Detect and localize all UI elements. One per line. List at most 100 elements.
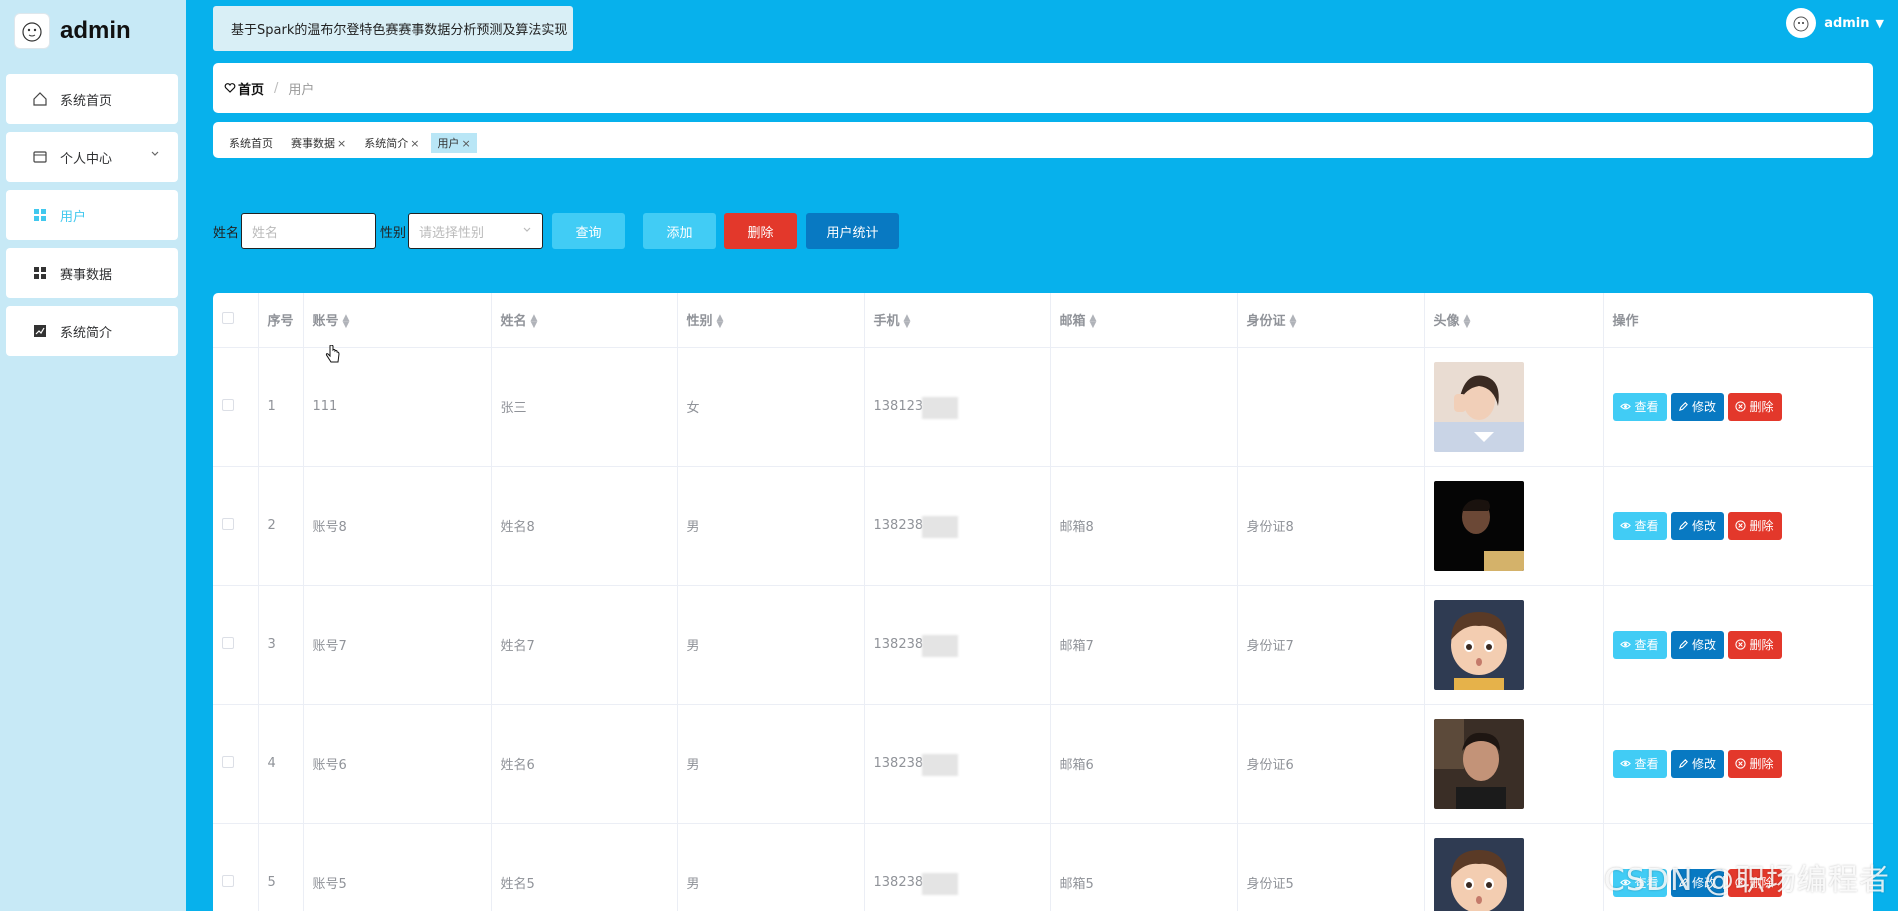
sort-icon[interactable]: ▲ ▼ — [343, 313, 350, 329]
sidebar-item-profile[interactable]: 个人中心 — [6, 132, 178, 182]
tag-intro[interactable]: 系统简介 × — [364, 133, 419, 153]
sidebar-item-home[interactable]: 系统首页 — [6, 74, 178, 124]
row-avatar-cell — [1424, 823, 1604, 911]
view-label: 查看 — [1634, 400, 1659, 414]
row-idcard: 身份证6 — [1237, 704, 1425, 824]
delete-button[interactable]: 删除 — [724, 213, 798, 249]
tag-home[interactable]: 系统首页 — [229, 133, 273, 153]
row-idcard: 身份证7 — [1237, 585, 1425, 705]
row-name: 姓名6 — [491, 704, 678, 824]
row-checkbox[interactable] — [222, 636, 234, 649]
col-avatar[interactable]: 头像 ▲ ▼ — [1424, 293, 1604, 348]
col-account[interactable]: 账号 ▲ ▼ — [303, 293, 492, 348]
row-index: 2 — [258, 466, 304, 586]
row-phone-text: 138238 — [873, 756, 924, 771]
sort-icon[interactable]: ▲ ▼ — [717, 313, 724, 329]
eye-icon — [1620, 403, 1632, 410]
avatar[interactable] — [1433, 361, 1524, 452]
row-name: 姓名5 — [491, 823, 678, 911]
view-button[interactable]: 查看 — [1612, 392, 1667, 421]
main-area: 基于Spark的温布尔登特色赛赛事数据分析预测及算法实现 admin ▼ 首页 … — [186, 0, 1898, 911]
breadcrumb-home[interactable]: 首页 — [224, 79, 264, 98]
tag-label: 赛事数据 — [291, 137, 335, 150]
delete-row-button[interactable]: 删除 — [1727, 749, 1782, 778]
row-phone-text: 138123 — [873, 399, 924, 414]
sort-icon[interactable]: ▲ ▼ — [531, 313, 538, 329]
name-input[interactable]: 姓名 — [241, 213, 377, 249]
col-name[interactable]: 姓名 ▲ ▼ — [491, 293, 678, 348]
row-select-cell[interactable] — [213, 704, 259, 824]
row-checkbox[interactable] — [222, 517, 234, 530]
row-checkbox[interactable] — [222, 874, 234, 887]
avatar[interactable] — [1433, 480, 1524, 571]
edit-label: 修改 — [1691, 638, 1716, 652]
table-row: 2 账号8 姓名8 男 138238 邮箱8 身份证8 查看 修改 删除 — [213, 466, 1873, 586]
row-avatar-cell — [1424, 704, 1604, 824]
close-icon[interactable]: × — [461, 137, 470, 150]
row-phone-text: 138238 — [873, 875, 924, 890]
tag-label: 系统简介 — [364, 137, 409, 150]
row-account: 账号7 — [303, 585, 492, 705]
chevron-down-icon — [522, 224, 532, 239]
sidebar-item-intro[interactable]: 系统简介 — [6, 306, 178, 356]
col-name-label: 姓名 — [500, 314, 527, 330]
select-all-checkbox[interactable] — [222, 311, 234, 324]
edit-button[interactable]: 修改 — [1670, 630, 1724, 659]
row-checkbox[interactable] — [222, 755, 234, 768]
row-email: 邮箱7 — [1050, 585, 1238, 705]
edit-button[interactable]: 修改 — [1670, 511, 1724, 540]
query-button[interactable]: 查询 — [552, 213, 626, 249]
sidebar-item-match-data[interactable]: 赛事数据 — [6, 248, 178, 298]
row-gender: 男 — [677, 704, 865, 824]
view-button[interactable]: 查看 — [1612, 749, 1667, 778]
breadcrumb: 首页 / 用户 — [213, 63, 1873, 113]
sidebar-item-users[interactable]: 用户 — [6, 190, 178, 240]
row-select-cell[interactable] — [213, 585, 259, 705]
row-name: 姓名7 — [491, 585, 678, 705]
row-select-cell[interactable] — [213, 466, 259, 586]
tag-users[interactable]: 用户 × — [431, 133, 477, 153]
gender-select[interactable]: 请选择性别 — [408, 213, 544, 249]
avatar[interactable] — [1433, 837, 1524, 911]
row-email: 邮箱6 — [1050, 704, 1238, 824]
view-button[interactable]: 查看 — [1612, 511, 1667, 540]
sort-icon[interactable]: ▲ ▼ — [1290, 313, 1297, 329]
add-button[interactable]: 添加 — [643, 213, 717, 249]
close-icon[interactable]: × — [337, 137, 346, 150]
avatar[interactable] — [1433, 599, 1524, 690]
avatar[interactable] — [1433, 718, 1524, 809]
hand-cursor-icon — [325, 344, 341, 371]
user-menu[interactable]: admin ▼ — [1786, 8, 1884, 38]
row-index: 4 — [258, 704, 304, 824]
col-email[interactable]: 邮箱 ▲ ▼ — [1050, 293, 1238, 348]
edit-button[interactable]: 修改 — [1670, 392, 1724, 421]
row-checkbox[interactable] — [222, 398, 234, 411]
view-button[interactable]: 查看 — [1612, 630, 1667, 659]
name-label: 姓名 — [213, 225, 240, 241]
delete-row-button[interactable]: 删除 — [1727, 392, 1782, 421]
col-gender[interactable]: 性别 ▲ ▼ — [677, 293, 865, 348]
delete-row-button[interactable]: 删除 — [1727, 630, 1782, 659]
gender-label: 性别 — [380, 225, 407, 241]
col-phone[interactable]: 手机 ▲ ▼ — [864, 293, 1051, 348]
select-all-cell[interactable] — [213, 293, 259, 348]
eye-icon — [1620, 760, 1632, 767]
caret-down-icon: ▼ — [1875, 16, 1884, 30]
delete-row-button[interactable]: 删除 — [1727, 511, 1782, 540]
pencil-icon — [1678, 521, 1688, 531]
sidebar-item-label: 系统首页 — [60, 93, 113, 109]
row-select-cell[interactable] — [213, 823, 259, 911]
sort-icon[interactable]: ▲ ▼ — [1464, 313, 1471, 329]
edit-button[interactable]: 修改 — [1670, 749, 1724, 778]
close-icon[interactable]: × — [410, 137, 419, 150]
user-stats-button[interactable]: 用户统计 — [806, 213, 900, 249]
tag-label: 系统首页 — [229, 137, 273, 150]
view-label: 查看 — [1634, 757, 1659, 771]
sort-icon[interactable]: ▲ ▼ — [1090, 313, 1097, 329]
col-idcard[interactable]: 身份证 ▲ ▼ — [1237, 293, 1425, 348]
sort-icon[interactable]: ▲ ▼ — [904, 313, 911, 329]
tag-match-data[interactable]: 赛事数据 × — [291, 133, 346, 153]
pencil-icon — [1678, 759, 1688, 769]
row-select-cell[interactable] — [213, 347, 259, 467]
chart-icon — [32, 323, 48, 339]
